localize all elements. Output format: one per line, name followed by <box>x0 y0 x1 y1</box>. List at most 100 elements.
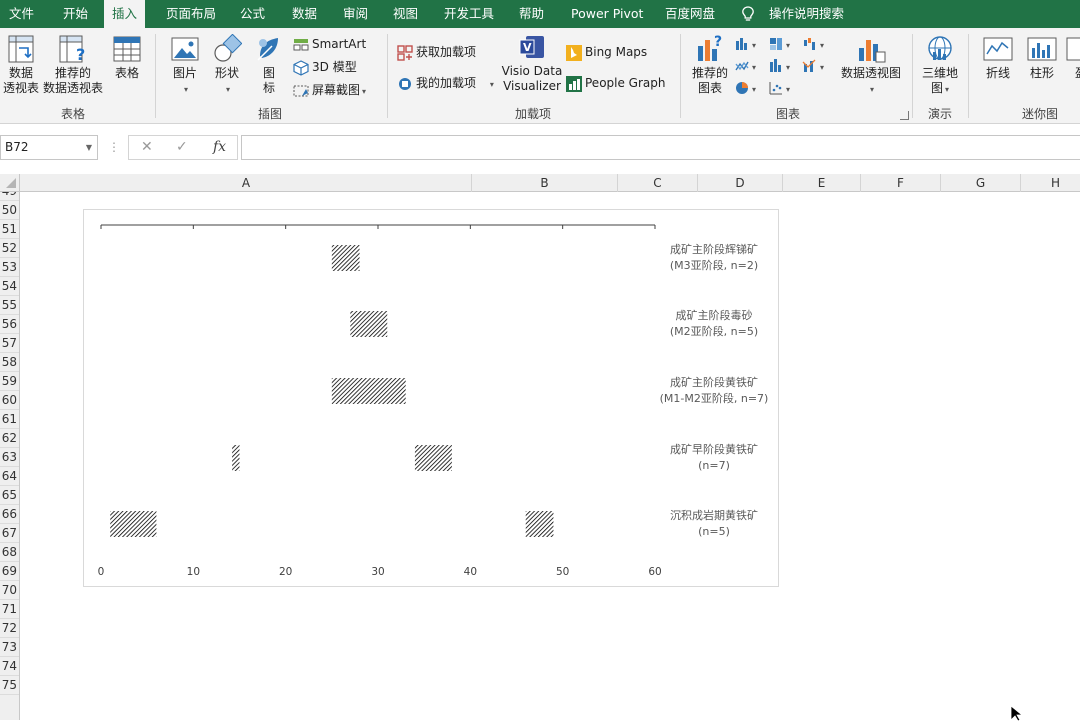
pie-chart-icon[interactable]: ▾ <box>736 82 756 94</box>
column-header-b[interactable]: B <box>472 174 618 192</box>
column-header-f[interactable]: F <box>861 174 941 192</box>
sparkline-winloss-button[interactable]: 盈 <box>1066 34 1080 81</box>
column-header-e[interactable]: E <box>783 174 861 192</box>
tab-file[interactable]: 文件 <box>9 0 34 28</box>
row-header[interactable]: 67 <box>0 524 19 543</box>
visio-visualizer-button[interactable]: V Visio Data Visualizer <box>500 34 564 94</box>
sparkline-winloss-label: 盈 <box>1075 66 1080 80</box>
combo-chart-icon[interactable]: ▾ <box>802 59 824 72</box>
tab-baidu-netdisk[interactable]: 百度网盘 <box>665 0 715 28</box>
tab-page-layout[interactable]: 页面布局 <box>166 0 216 28</box>
x-axis-tick-labels: 0 10 20 30 40 50 60 <box>98 566 662 578</box>
name-box[interactable]: B72 ▼ <box>0 135 98 160</box>
column-header-c[interactable]: C <box>618 174 698 192</box>
column-chart-icon[interactable]: ▾ <box>736 38 756 50</box>
3d-model-button[interactable]: 3D 模型 <box>293 57 357 77</box>
row-header[interactable]: 53 <box>0 258 19 277</box>
my-addins-button[interactable]: 我的加载项 ▾ <box>397 73 494 93</box>
people-graph-button[interactable]: People Graph <box>566 73 666 93</box>
row-header[interactable]: 71 <box>0 600 19 619</box>
row-header[interactable]: 54 <box>0 277 19 296</box>
tab-review[interactable]: 审阅 <box>343 0 368 28</box>
row-header[interactable]: 60 <box>0 391 19 410</box>
sparkline-line-button[interactable]: 折线 <box>978 34 1018 81</box>
scatter-chart-icon[interactable]: ▾ <box>769 82 790 95</box>
row-header[interactable]: 55 <box>0 296 19 315</box>
row-header[interactable]: 64 <box>0 467 19 486</box>
lightbulb-icon[interactable] <box>741 6 755 22</box>
column-header-g[interactable]: G <box>941 174 1021 192</box>
cancel-icon[interactable]: ✕ <box>141 139 153 155</box>
row-header[interactable]: 68 <box>0 543 19 562</box>
tab-insert[interactable]: 插入 <box>104 0 146 30</box>
table-button[interactable]: 表格 <box>108 34 146 81</box>
chevron-down-icon[interactable]: ▼ <box>86 136 92 159</box>
recommended-pivot-button[interactable]: ? 推荐的 数据透视表 <box>42 34 104 96</box>
smartart-button[interactable]: SmartArt <box>293 34 366 54</box>
sparkline-column-button[interactable]: 柱形 <box>1022 34 1062 81</box>
row-header[interactable]: 56 <box>0 315 19 334</box>
row-header[interactable]: 65 <box>0 486 19 505</box>
tell-me-search[interactable]: 操作说明搜索 <box>769 0 844 28</box>
row-header[interactable]: 61 <box>0 410 19 429</box>
recommended-charts-button[interactable]: ? 推荐的 图表 <box>688 34 732 96</box>
row-header[interactable]: 63 <box>0 448 19 467</box>
row-header[interactable]: 72 <box>0 619 19 638</box>
row-header[interactable]: 73 <box>0 638 19 657</box>
statistic-chart-icon[interactable]: ▾ <box>770 59 790 72</box>
range-bar-chart[interactable]: 成矿主阶段辉锑矿(M3亚阶段, n=2)成矿主阶段毒砂(M2亚阶段, n=5)成… <box>84 210 780 588</box>
row-header[interactable]: 59 <box>0 372 19 391</box>
row-header[interactable]: 74 <box>0 657 19 676</box>
tab-formulas[interactable]: 公式 <box>240 0 265 28</box>
tab-home[interactable]: 开始 <box>63 0 88 28</box>
chevron-down-icon: ▾ <box>945 85 950 94</box>
charts-dialog-launcher[interactable] <box>900 111 909 120</box>
pictures-button[interactable]: 图片 ▾ <box>166 34 204 97</box>
tab-help[interactable]: 帮助 <box>519 0 544 28</box>
select-all-button[interactable] <box>0 174 20 192</box>
tab-developer[interactable]: 开发工具 <box>444 0 494 28</box>
column-header-h[interactable]: H <box>1021 174 1080 192</box>
my-addins-label: 我的加载项 <box>416 76 477 90</box>
waterfall-chart-icon[interactable]: ▾ <box>804 38 824 50</box>
range-bar <box>232 445 240 471</box>
hierarchy-chart-icon[interactable]: ▾ <box>770 38 790 50</box>
more-vertical-icon[interactable]: ⋮ <box>108 140 120 154</box>
svg-text:?: ? <box>76 45 85 64</box>
row-header[interactable]: 52 <box>0 239 19 258</box>
icons-button[interactable]: 图 标 <box>252 34 286 96</box>
range-bar <box>414 445 452 471</box>
column-header-d[interactable]: D <box>698 174 783 192</box>
screenshot-button[interactable]: 屏幕截图 ▾ <box>293 80 366 100</box>
formula-input[interactable] <box>241 135 1080 160</box>
pivot-table-button[interactable]: 数据 透视表 <box>2 34 40 96</box>
row-header[interactable]: 58 <box>0 353 19 372</box>
3d-map-button[interactable]: 三维地 图 ▾ <box>918 34 962 97</box>
chart-area[interactable]: 成矿主阶段辉锑矿(M3亚阶段, n=2) 成矿主阶段毒砂(M2亚阶段, n=5) 成… <box>83 209 779 587</box>
row-header[interactable]: 69 <box>0 562 19 581</box>
row-header[interactable]: 49 <box>0 192 19 201</box>
insert-function-icon[interactable]: fx <box>213 139 226 155</box>
shapes-button[interactable]: 形状 ▾ <box>208 34 246 97</box>
row-header[interactable]: 66 <box>0 505 19 524</box>
enter-icon[interactable]: ✓ <box>176 139 188 155</box>
row-header[interactable]: 62 <box>0 429 19 448</box>
pivot-table-icon <box>8 35 34 63</box>
icons-label-1: 图 <box>262 66 275 80</box>
tab-view[interactable]: 视图 <box>393 0 418 28</box>
line-chart-icon[interactable]: ▾ <box>735 61 756 72</box>
sparkline-column-icon <box>1027 37 1057 61</box>
row-header[interactable]: 70 <box>0 581 19 600</box>
bing-maps-button[interactable]: Bing Maps <box>566 42 647 62</box>
pivot-chart-button[interactable]: 数据透视图 ▾ <box>838 34 904 97</box>
x-tick-label: 60 <box>648 566 661 578</box>
pivot-table-label-2: 透视表 <box>2 81 39 95</box>
tab-power-pivot[interactable]: Power Pivot <box>571 0 643 28</box>
get-addins-button[interactable]: 获取加载项 <box>397 42 476 62</box>
row-header[interactable]: 50 <box>0 201 19 220</box>
row-header[interactable]: 57 <box>0 334 19 353</box>
row-header[interactable]: 51 <box>0 220 19 239</box>
tab-data[interactable]: 数据 <box>292 0 317 28</box>
column-header-a[interactable]: A <box>21 174 472 192</box>
row-header[interactable]: 75 <box>0 676 19 695</box>
